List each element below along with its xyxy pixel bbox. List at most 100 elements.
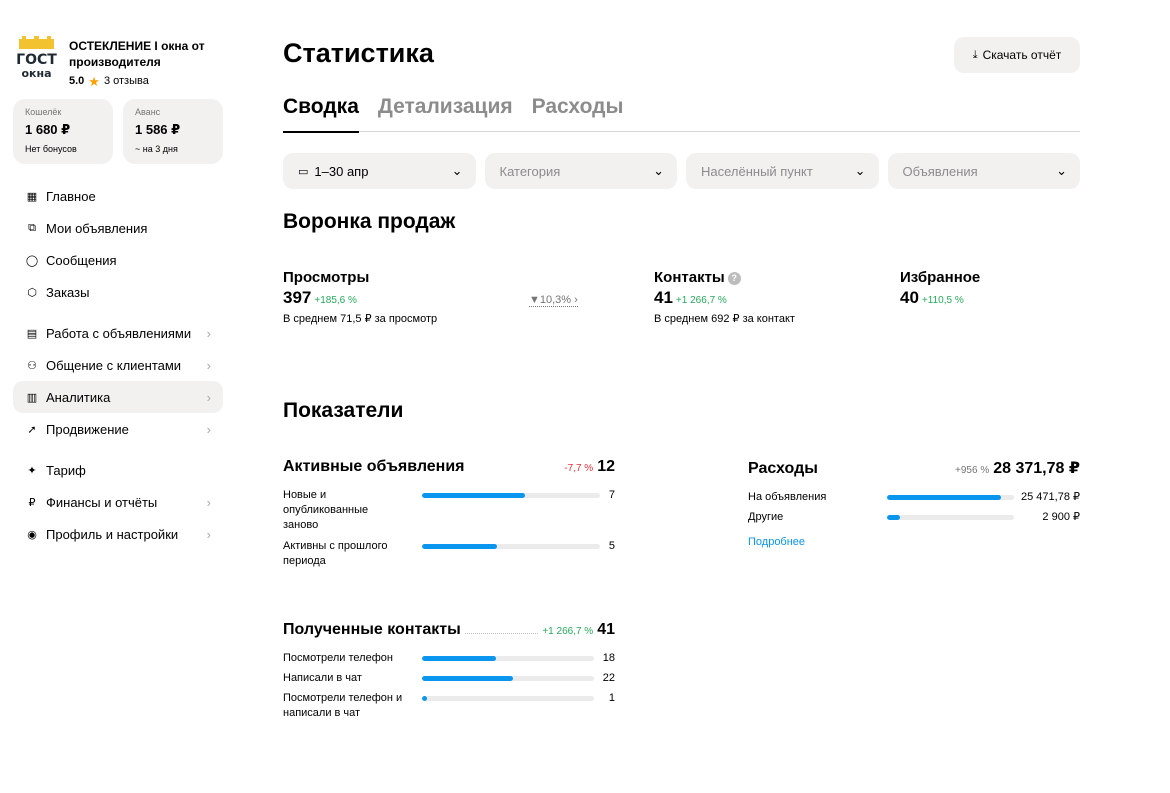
contacts-label-text: Контакты — [654, 269, 725, 286]
ruble-icon: ₽ — [28, 496, 36, 509]
ads-select[interactable]: Объявления ⌄ — [887, 153, 1080, 189]
progress-bar — [887, 515, 1014, 520]
progress-fill — [887, 515, 900, 520]
progress-fill — [422, 676, 514, 681]
funnel-contacts: Контакты? 41 +1 266,7 % В среднем 692 ₽ з… — [654, 269, 795, 325]
sidebar-item-label: Работа с объявлениями — [46, 325, 192, 341]
sparkle-icon: ✦ — [27, 464, 37, 477]
sidebar: ГОСТ окна ОСТЕКЛЕНИЕ I окна от производи… — [13, 36, 223, 550]
page-title: Статистика — [283, 38, 434, 68]
conversion-rate[interactable]: ▼10,3% › — [529, 294, 578, 307]
expenses-value: 28 371,78 ₽ — [993, 460, 1080, 477]
contacts-delta: +1 266,7 % — [675, 295, 727, 306]
received-contacts-value: 41 — [597, 621, 615, 638]
tabs: Сводка Детализация Расходы — [283, 94, 1080, 133]
sidebar-item-label: Продвижение — [46, 421, 129, 437]
received-contacts-label: Полученные контакты — [283, 621, 461, 638]
progress-bar — [422, 676, 594, 681]
views-label: Просмотры — [283, 269, 370, 286]
contacts-value: 41 +1 266,7 % — [654, 288, 795, 308]
progress-fill — [887, 495, 1002, 500]
progress-fill — [422, 656, 496, 661]
star-icon: ★ — [88, 73, 100, 89]
progress-bar — [422, 493, 600, 498]
progress-bar — [422, 696, 594, 701]
city-select[interactable]: Населённый пункт ⌄ — [686, 153, 879, 189]
chevron-down-icon: ⌄ — [1056, 163, 1067, 178]
grid-icon: ▦ — [26, 190, 38, 203]
metric-row: Посмотрели телефон и написали в чат 1 — [283, 691, 615, 721]
ads-placeholder: Объявления — [902, 163, 978, 179]
category-select[interactable]: Категория ⌄ — [484, 153, 677, 189]
advance-label: Аванс — [135, 107, 161, 117]
row-label: Посмотрели телефон — [283, 652, 393, 664]
expenses-delta: +956 % — [955, 465, 990, 476]
active-ads-label: Активные объявления — [283, 458, 465, 475]
sidebar-item-my-ads[interactable]: ⧉ Мои объявления — [13, 212, 223, 244]
details-link[interactable]: Подробнее — [748, 536, 1080, 548]
date-range-select[interactable]: ▭ 1–30 апр ⌄ — [283, 153, 476, 189]
bar-chart-icon: ▥ — [26, 391, 38, 404]
svg-text:окна: окна — [21, 67, 51, 80]
reviews-link[interactable]: 3 отзыва — [104, 75, 149, 87]
sidebar-item-messages[interactable]: ◯ Сообщения — [13, 244, 223, 276]
tab-summary[interactable]: Сводка — [283, 94, 359, 133]
category-placeholder: Категория — [499, 163, 561, 179]
sidebar-item-home[interactable]: ▦ Главное — [13, 180, 223, 212]
sidebar-item-orders[interactable]: ⬡ Заказы — [13, 276, 223, 308]
sidebar-item-label: Сообщения — [46, 252, 117, 268]
users-icon: ⚇ — [27, 359, 37, 372]
metric-row: Активны с прошлого периода 5 — [283, 539, 615, 569]
edit-doc-icon: ▤ — [26, 327, 38, 340]
chevron-right-icon: › — [571, 294, 578, 306]
conversion-value: 10,3% — [539, 294, 572, 306]
sidebar-item-ads-work[interactable]: ▤ Работа с объявлениями › — [13, 317, 223, 349]
profile[interactable]: ГОСТ окна ОСТЕКЛЕНИЕ I окна от производи… — [13, 36, 223, 89]
sidebar-item-clients[interactable]: ⚇ Общение с клиентами › — [13, 349, 223, 381]
filters: ▭ 1–30 апр ⌄ Категория ⌄ Населённый пунк… — [283, 153, 1080, 189]
wallet-card[interactable]: Кошелёк 1 680 ₽ Нет бонусов — [13, 99, 113, 164]
favorites-value: 40 +110,5 % — [900, 288, 980, 308]
views-count: 397 — [283, 288, 312, 307]
expenses-block: Расходы +956 % 28 371,78 ₽ На объявления… — [748, 458, 1080, 548]
sidebar-item-label: Тариф — [46, 462, 86, 478]
download-report-button[interactable]: ⤓ Скачать отчёт — [954, 37, 1080, 73]
contacts-count: 41 — [654, 288, 673, 307]
sidebar-item-label: Заказы — [46, 284, 90, 300]
row-label: Посмотрели телефон и написали в чат — [283, 692, 403, 719]
active-ads-value: 12 — [597, 458, 615, 475]
svg-text:ГОСТ: ГОСТ — [16, 52, 57, 68]
advance-card[interactable]: Аванс 1 586 ₽ ~ на 3 дня — [123, 99, 223, 164]
sidebar-item-tariff[interactable]: ✦ Тариф — [13, 454, 223, 486]
metrics-title: Показатели — [283, 399, 404, 422]
sidebar-item-profile[interactable]: ◉ Профиль и настройки › — [13, 518, 223, 550]
sidebar-item-label: Финансы и отчёты — [46, 494, 158, 510]
funnel-views: Просмотры 397 +185,6 % В среднем 71,5 ₽ з… — [283, 269, 437, 325]
row-value: 1 — [608, 692, 615, 704]
sidebar-item-finance[interactable]: ₽ Финансы и отчёты › — [13, 486, 223, 518]
tab-expenses[interactable]: Расходы — [532, 94, 624, 132]
advance-balance: 1 586 ₽ — [135, 122, 181, 137]
chevron-right-icon: › — [206, 421, 211, 437]
help-icon[interactable]: ? — [727, 272, 741, 285]
row-value: 25 471,78 ₽ — [1021, 491, 1080, 503]
rocket-icon: ➚ — [27, 423, 37, 436]
favorites-label: Избранное — [900, 269, 981, 286]
row-label: Другие — [748, 511, 784, 523]
calendar-icon: ▭ — [298, 165, 309, 178]
row-label: Активны с прошлого периода — [283, 540, 388, 567]
row-value: 7 — [608, 489, 615, 501]
sidebar-item-analytics[interactable]: ▥ Аналитика › — [13, 381, 223, 413]
active-ads-delta: -7,7 % — [564, 463, 594, 474]
received-contacts-block: Полученные контакты +1 266,7 % 41 Посмот… — [283, 621, 615, 721]
company-name[interactable]: ОСТЕКЛЕНИЕ I окна от производителя — [69, 38, 219, 70]
tab-details[interactable]: Детализация — [378, 94, 513, 132]
metric-row: Посмотрели телефон 18 — [283, 651, 615, 666]
chevron-right-icon: › — [206, 494, 211, 510]
rating[interactable]: 5.0 ★ 3 отзыва — [69, 73, 219, 89]
progress-fill — [422, 696, 428, 701]
sidebar-item-label: Профиль и настройки — [46, 526, 179, 542]
wallet-bonus: Нет бонусов — [25, 144, 77, 154]
copy-icon: ⧉ — [28, 221, 36, 234]
sidebar-item-promotion[interactable]: ➚ Продвижение › — [13, 413, 223, 445]
